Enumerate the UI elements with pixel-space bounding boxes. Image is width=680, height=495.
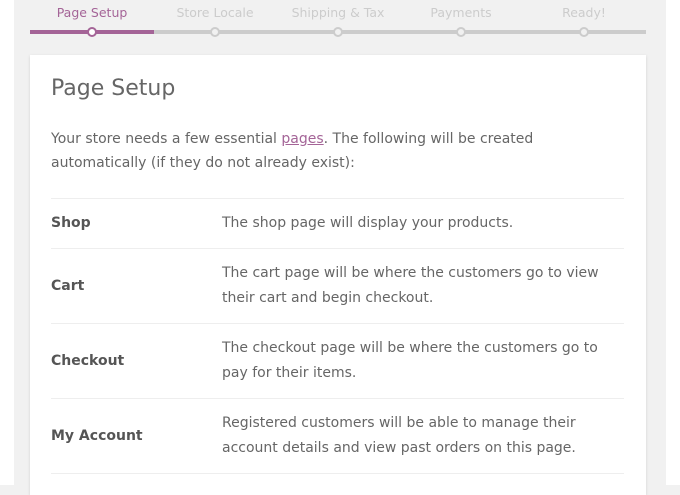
pages-table: Shop The shop page will display your pro… [51,198,624,474]
setup-steps: Page Setup Store Locale Shipping & Tax P… [30,0,646,40]
page-name: Checkout [51,323,222,399]
step-dot-page-setup [87,27,97,37]
right-margin [666,0,680,485]
step-dot-ready [579,27,589,37]
page-description: Registered customers will be able to man… [222,398,624,474]
step-dot-store-locale [210,27,220,37]
table-row: Shop The shop page will display your pro… [51,198,624,249]
page-name: Cart [51,248,222,324]
step-ready[interactable]: Ready! [562,5,606,20]
table-row: My Account Registered customers will be … [51,398,624,474]
page-description: The shop page will display your products… [222,198,624,249]
pages-link[interactable]: pages [281,131,323,147]
page-description: The checkout page will be where the cust… [222,323,624,399]
table-row: Checkout The checkout page will be where… [51,323,624,399]
step-dot-shipping-tax [333,27,343,37]
page-name: Shop [51,198,222,249]
step-payments[interactable]: Payments [430,5,491,20]
page-title: Page Setup [51,76,176,101]
step-store-locale[interactable]: Store Locale [176,5,253,20]
step-dot-payments [456,27,466,37]
step-page-setup[interactable]: Page Setup [57,5,128,20]
step-shipping-tax[interactable]: Shipping & Tax [292,5,385,20]
intro-text-start: Your store needs a few essential [51,131,282,147]
setup-card: Page Setup Your store needs a few essent… [30,55,646,495]
table-row: Cart The cart page will be where the cus… [51,248,624,324]
intro-text: Your store needs a few essential pages. … [51,127,621,175]
page-name: My Account [51,398,222,474]
page-description: The cart page will be where the customer… [222,248,624,324]
left-margin [0,0,14,485]
